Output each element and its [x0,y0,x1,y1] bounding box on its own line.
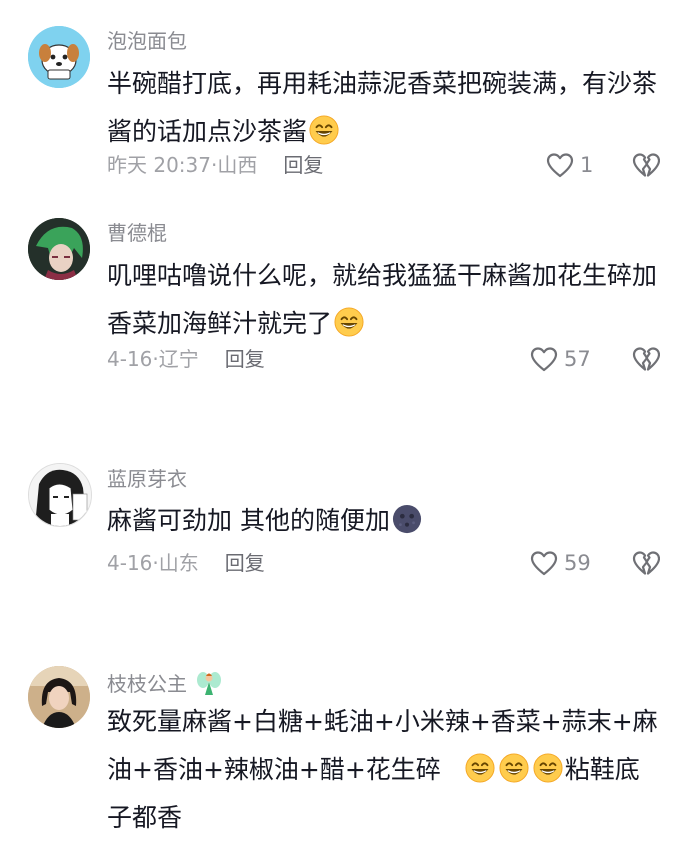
like-button[interactable]: 1 [546,151,593,179]
avatar[interactable] [28,666,90,728]
comment-meta: 4-16·辽宁 回复 [107,347,265,371]
like-button[interactable]: 57 [530,345,591,373]
broken-heart-icon[interactable] [632,345,660,373]
comment-date: 昨天 20:37 [107,153,211,177]
heart-outline-icon [530,550,558,576]
comment-date: 4-16 [107,551,153,575]
dog-avatar-icon [28,26,90,88]
username[interactable]: 蓝原芽衣 [107,467,187,491]
anime-avatar-icon [28,218,90,280]
broken-heart-icon[interactable] [632,549,660,577]
comment-text-line: 致死量麻酱+白糖+蚝油+小米辣+香菜+蒜末+麻 [107,707,658,736]
comment-text: 半碗醋打底，再用耗油蒜泥香菜把碗装满，有沙茶酱的话加点沙茶酱 [107,60,667,156]
grinning-emoji [533,753,563,783]
username[interactable]: 枝枝公主 [107,671,223,697]
comment-text-content: 半碗醋打底，再用耗油蒜泥香菜把碗装满，有沙茶酱的话加点沙茶酱 [107,69,658,146]
username-text: 枝枝公主 [107,672,187,696]
comment-text: 叽哩咕噜说什么呢，就给我猛猛干麻酱加花生碎加香菜加海鲜汁就完了 [107,252,667,348]
grinning-emoji [334,307,364,337]
grinning-emoji [499,753,529,783]
avatar[interactable] [28,463,92,527]
avatar[interactable] [28,26,90,88]
comment-text: 致死量麻酱+白糖+蚝油+小米辣+香菜+蒜末+麻 油+香油+辣椒油+醋+花生碎 粘鞋… [107,698,667,842]
like-count: 57 [564,347,591,371]
reply-button[interactable]: 回复 [225,551,265,575]
like-count: 59 [564,551,591,575]
comment-meta: 4-16·山东 回复 [107,551,265,575]
username[interactable]: 曹德棍 [107,221,167,245]
comment-location: 辽宁 [158,347,199,371]
broken-heart-icon[interactable] [632,151,660,179]
photo-avatar-icon [28,666,90,728]
comment-location: 山东 [158,551,199,575]
comment-text: 麻酱可劲加 其他的随便加 [107,497,667,545]
like-count: 1 [580,153,594,177]
new-moon-face-emoji [392,504,422,534]
comment-meta: 昨天 20:37·山西 回复 [107,153,323,177]
comment-location: 山西 [217,153,258,177]
grinning-emoji [465,753,495,783]
comment-text-line: 子都香 [107,803,183,832]
comment-date: 4-16 [107,347,153,371]
comment-text-content: 叽哩咕噜说什么呢，就给我猛猛干麻酱加花生碎加香菜加海鲜汁就完了 [107,261,658,338]
heart-outline-icon [530,346,558,372]
fairy-icon [197,672,222,695]
comment-text-line: 油+香油+辣椒油+醋+花生碎 粘鞋底 [107,746,667,794]
comment-text-content: 油+香油+辣椒油+醋+花生碎 [107,755,441,784]
grinning-emoji [309,115,339,145]
comment-text-content: 粘鞋底 [564,755,640,784]
comment-text-content: 麻酱可劲加 其他的随便加 [107,506,390,535]
manga-avatar-icon [29,464,91,526]
avatar[interactable] [28,218,90,280]
username[interactable]: 泡泡面包 [107,29,187,53]
reply-button[interactable]: 回复 [225,347,265,371]
reply-button[interactable]: 回复 [283,153,323,177]
heart-outline-icon [546,152,574,178]
like-button[interactable]: 59 [530,549,591,577]
